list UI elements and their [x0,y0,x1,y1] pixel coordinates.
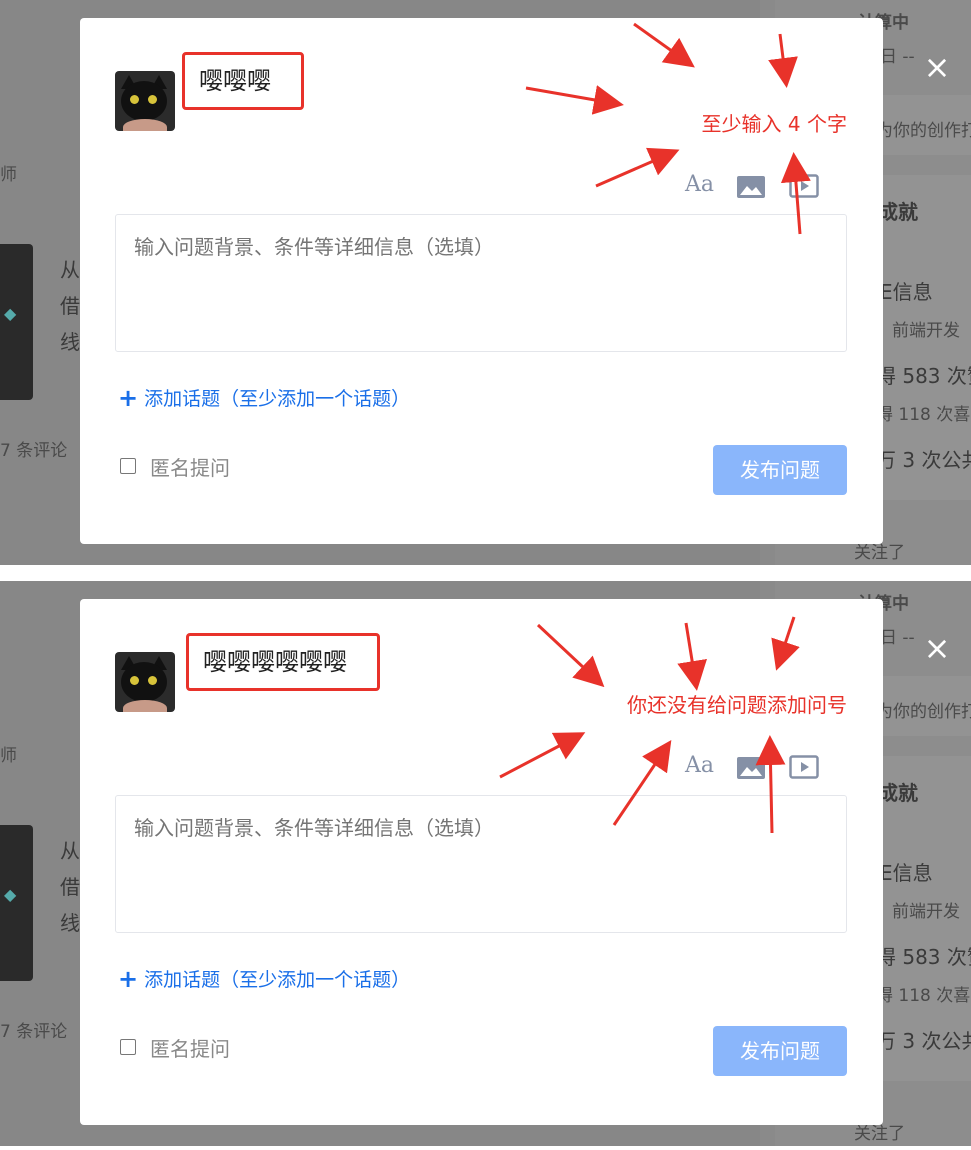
publish-button[interactable]: 发布问题 [713,1026,847,1076]
panel-divider [0,565,971,581]
plus-icon: + [118,965,139,993]
bg-text: 得 118 次喜 [876,405,971,425]
thumbnail-icon: ◆ [4,885,17,904]
avatar [115,71,175,131]
bg-text: 得 118 次喜 [876,986,971,1006]
bg-text: 成就 [878,200,918,224]
bg-text: 日 -- [880,628,915,648]
bg-text: 借 [60,875,80,899]
bg-text: 借 [60,294,80,318]
bg-text: 得 583 次赞 [876,945,971,969]
bg-text: 线 [60,911,80,935]
anonymous-checkbox[interactable]: 匿名提问 [120,1033,230,1062]
bg-text: 从 [60,258,80,282]
bg-article-thumbnail: ◆ [0,244,33,400]
bg-text: 前端开发 [892,321,960,341]
bg-text: 万 3 次公共 [876,1029,971,1053]
bg-text: 万 3 次公共 [876,448,971,472]
video-icon[interactable] [789,755,819,785]
bg-text: 成就 [878,781,918,805]
bg-text: 为你的创作打 [876,702,971,722]
screenshot-panel-2: 师 ◆ 从 借 线 7 条评论 计算中 日 -- 为你的创作打 成就 E信息 前… [0,581,971,1146]
anonymous-checkbox[interactable]: 匿名提问 [120,452,230,481]
checkbox-icon[interactable] [120,458,136,474]
validation-error-message: 至少输入 4 个字 [701,112,847,136]
question-title-input[interactable]: 嘤嘤嘤 [182,52,304,110]
bg-text: 日 -- [880,47,915,67]
question-detail-textarea[interactable] [115,214,847,352]
bg-text: 为你的创作打 [876,121,971,141]
close-icon[interactable]: × [922,51,952,83]
text-format-icon[interactable]: Aa [685,172,714,202]
anonymous-label: 匿名提问 [150,456,230,480]
editor-toolbar: Aa [685,753,835,783]
add-topic-label: 添加话题（至少添加一个话题） [144,969,411,991]
bg-text: 从 [60,839,80,863]
bg-article-thumbnail: ◆ [0,825,33,981]
text-format-icon[interactable]: Aa [685,753,714,783]
ask-question-modal: 嘤嘤嘤嘤嘤嘤 你还没有给问题添加问号 Aa +添加话题（至少添加一个话题） 匿名… [80,599,883,1125]
bg-text: 7 条评论 [0,1022,68,1042]
bg-text: 师 [0,746,17,766]
screenshot-panel-1: 师 ◆ 从 借 线 7 条评论 计算中 日 -- 为你的创作打 成就 E信息 前… [0,0,971,565]
editor-toolbar: Aa [685,172,835,202]
publish-button[interactable]: 发布问题 [713,445,847,495]
validation-error-message: 你还没有给问题添加问号 [627,693,847,717]
bg-text: E信息 [880,280,933,304]
bg-text: E信息 [880,861,933,885]
bg-text: 线 [60,330,80,354]
video-icon[interactable] [789,174,819,204]
bg-text: 得 583 次赞 [876,364,971,388]
add-topic-link[interactable]: + 添加话题（至少添加一个话题） [118,384,410,412]
image-icon[interactable] [737,176,765,206]
question-detail-textarea[interactable] [115,795,847,933]
checkbox-icon[interactable] [120,1039,136,1055]
add-topic-link[interactable]: + 添加话题（至少添加一个话题） [118,965,410,993]
bg-text: 7 条评论 [0,441,68,461]
ask-question-modal: 嘤嘤嘤 至少输入 4 个字 Aa +添加话题（至少添加一个话题） 匿名提问 发布… [80,18,883,544]
avatar [115,652,175,712]
bg-text: 师 [0,165,17,185]
bg-text: 前端开发 [892,902,960,922]
add-topic-label: 添加话题（至少添加一个话题） [144,388,411,410]
anonymous-label: 匿名提问 [150,1037,230,1061]
thumbnail-icon: ◆ [4,304,17,323]
question-title-input[interactable]: 嘤嘤嘤嘤嘤嘤 [186,633,380,691]
plus-icon: + [118,384,139,412]
close-icon[interactable]: × [922,632,952,664]
image-icon[interactable] [737,757,765,787]
